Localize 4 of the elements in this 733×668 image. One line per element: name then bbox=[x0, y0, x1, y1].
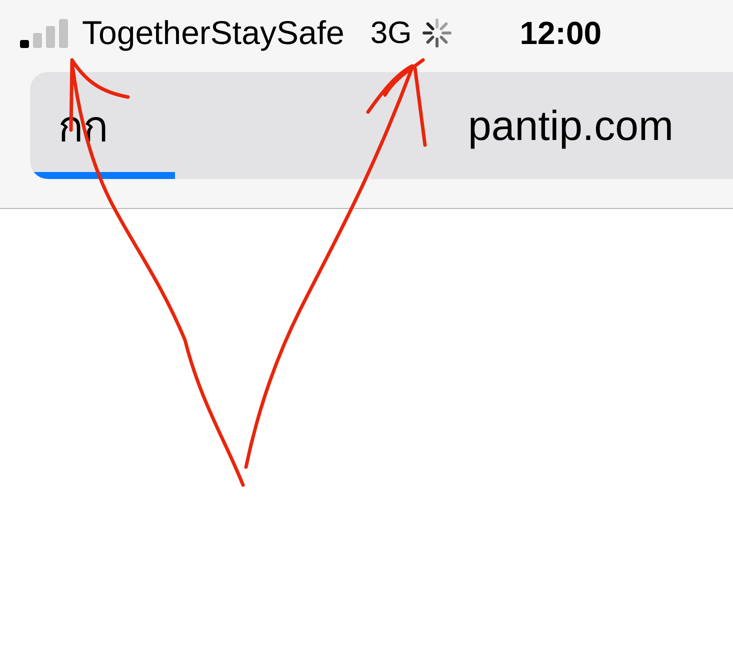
url-text: pantip.com bbox=[468, 102, 674, 150]
clock-time: 12:00 bbox=[520, 14, 602, 52]
carrier-name: TogetherStaySafe bbox=[82, 14, 344, 52]
network-type: 3G bbox=[370, 15, 412, 51]
